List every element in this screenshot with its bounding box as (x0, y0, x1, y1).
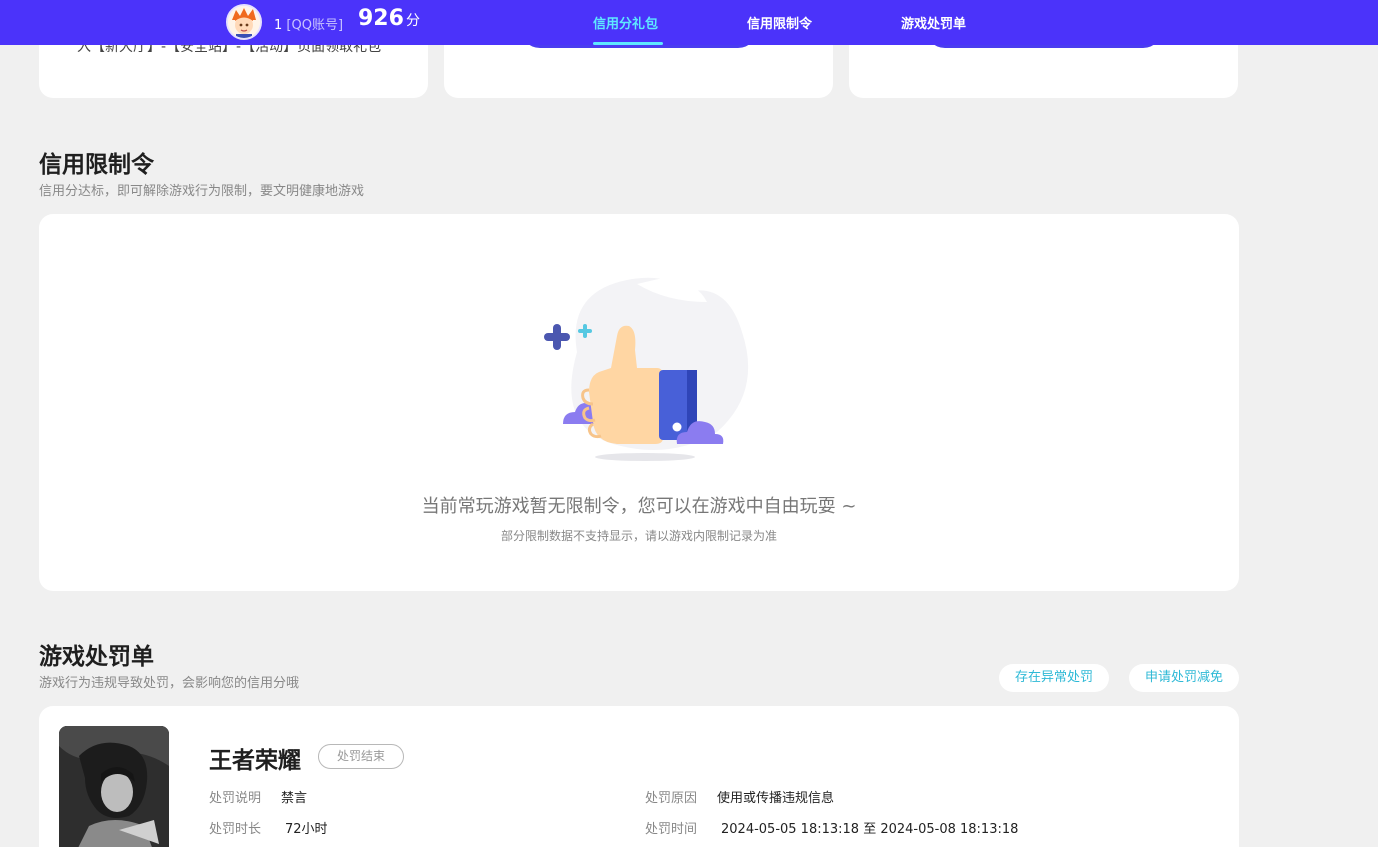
tab-game-punishment[interactable]: 游戏处罚单 (901, 13, 966, 32)
game-name: 王者荣耀 (209, 748, 301, 774)
account-id: 1 (274, 18, 283, 33)
reason-value: 使用或传播违规信息 (717, 791, 835, 806)
duration-value: 72小时 (285, 822, 328, 837)
tab-credit-gift[interactable]: 信用分礼包 (593, 13, 658, 32)
avatar[interactable] (226, 4, 262, 40)
punishment-record-card: 王者荣耀 处罚结束 处罚说明 禁言 处罚原因 使用或传播违规信息 处罚时长 72… (39, 706, 1239, 847)
game-character-icon (59, 726, 169, 847)
desc-label: 处罚说明 (209, 791, 262, 806)
restriction-section-subtitle: 信用分达标，即可解除游戏行为限制，要文明健康地游戏 (39, 184, 365, 199)
punishment-section-title: 游戏处罚单 (39, 644, 154, 670)
avatar-image (228, 6, 260, 38)
game-cover-image (59, 726, 169, 847)
restriction-section-title: 信用限制令 (39, 152, 154, 178)
credit-score-unit: 分 (405, 13, 420, 29)
time-value: 2024-05-05 18:13:18 至 2024-05-08 18:13:1… (721, 822, 1019, 837)
thumbs-up-icon (544, 277, 749, 461)
duration-label: 处罚时长 (209, 822, 262, 837)
appeal-punishment-button[interactable]: 申请处罚减免 (1129, 664, 1239, 692)
top-header: 1 [QQ账号] 926 分 信用分礼包 信用限制令 游戏处罚单 (0, 0, 1378, 45)
credit-score: 926 分 (358, 6, 420, 31)
empty-state-note: 部分限制数据不支持显示，请以游戏内限制记录为准 (500, 529, 777, 543)
tab-credit-restriction[interactable]: 信用限制令 (747, 13, 812, 32)
active-tab-indicator (593, 42, 663, 45)
abnormal-punishment-button[interactable]: 存在异常处罚 (999, 664, 1109, 692)
credit-score-value: 926 (358, 6, 404, 31)
account-label: 1 [QQ账号] (274, 14, 343, 33)
empty-state-message: 当前常玩游戏暂无限制令，您可以在游戏中自由玩耍 ~ (421, 496, 857, 517)
time-label: 处罚时间 (645, 822, 698, 837)
desc-value: 禁言 (281, 791, 308, 806)
account-type: [QQ账号] (286, 18, 344, 33)
restriction-card: 当前常玩游戏暂无限制令，您可以在游戏中自由玩耍 ~ 部分限制数据不支持显示，请以… (39, 214, 1239, 591)
status-badge: 处罚结束 (318, 744, 404, 769)
reason-label: 处罚原因 (645, 791, 698, 806)
punishment-section-subtitle: 游戏行为违规导致处罚，会影响您的信用分哦 (39, 676, 300, 691)
